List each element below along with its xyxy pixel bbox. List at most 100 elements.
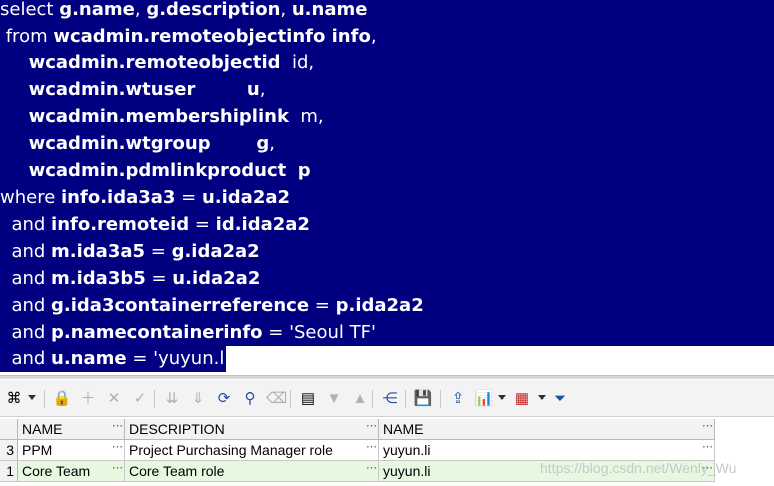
sql-line: and m.ida3b5 = u.ida2a2 [0,265,260,292]
sql-token: 'yuyun.li'; [153,348,241,369]
sql-token: g.ida2a2 [171,241,260,262]
column-header-name[interactable]: NAME ⋯ [18,419,125,440]
sql-token: g.ida3containerreference [51,295,310,316]
delete-record-icon[interactable]: ✕ [104,390,124,408]
sql-token: g.name [59,0,135,20]
dropdown-caret-icon[interactable] [498,395,506,400]
sql-token: = [175,187,202,208]
sql-line: select g.name, g.description, u.name [0,0,367,23]
save-icon[interactable]: 💾 [413,390,433,408]
ellipsis-icon[interactable]: ⋯ [366,440,377,454]
sql-token: m, [288,106,324,127]
sql-token: g [256,133,270,154]
column-header-user-name[interactable]: NAME ⋯ [379,419,715,440]
column-header-description[interactable]: DESCRIPTION ⋯ [125,419,379,440]
column-header-label: NAME [383,421,424,437]
cell-name[interactable]: Core Team ⋯ [18,461,125,482]
filter-icon[interactable]: ⏷ [550,390,570,408]
grid-options-icon[interactable]: ⌘ [4,390,24,408]
toolbar-separator [405,390,406,408]
sql-token: , [134,0,147,20]
cell-text: Project Purchasing Manager role [129,442,333,458]
find-icon[interactable]: ⚲ [240,390,260,408]
dropdown-caret-icon[interactable] [28,395,36,400]
dropdown-caret-icon[interactable] [538,395,546,400]
toolbar-separator [44,390,45,408]
sql-line: and m.ida3a5 = g.ida2a2 [0,238,260,265]
sql-line: and p.namecontainerinfo = 'Seoul TF' [0,319,376,346]
grid-toolbar: ⌘ 🔒 ＋ ✕ ✓ ⇊ ⇓ ⟳ ⚲ ⌫ ▤ ▼ ▲ ⋲ 💾 ⇪ 📊 ▦ ⏷ [0,380,774,417]
sql-line: and info.remoteid = id.ida2a2 [0,211,310,238]
row-number[interactable]: 1 [0,461,18,482]
toolbar-separator [372,390,373,408]
sql-token: u.ida2a2 [172,268,261,289]
row-number[interactable]: 3 [0,440,18,461]
grid-corner[interactable] [0,419,18,440]
sql-token: , [259,79,266,100]
sql-token: info.remoteid [51,214,190,235]
sql-line: wcadmin.remoteobjectid id, [0,49,314,76]
sql-editor[interactable]: select g.name, g.description, u.name fro… [0,0,774,372]
sql-token: m.ida3b5 [51,268,146,289]
sql-token: wcadmin.wtuser [28,79,196,100]
next-record-icon[interactable]: ▼ [324,390,344,408]
previous-record-icon[interactable]: ▲ [350,390,370,408]
sql-token: wcadmin.remoteobjectid [28,52,281,73]
splitter[interactable] [0,375,774,379]
ellipsis-icon[interactable]: ⋯ [112,419,123,433]
cell-text: yuyun.li [383,442,431,458]
sql-token: and [0,241,52,262]
cell-description[interactable]: Project Purchasing Manager role ⋯ [125,440,379,461]
cell-text: Core Team [22,463,91,479]
sql-token: and [0,322,52,343]
post-changes-icon[interactable]: ✓ [130,390,150,408]
sql-line: wcadmin.membershiplink m, [0,103,324,130]
sql-token: , [280,0,292,20]
ellipsis-icon[interactable]: ⋯ [366,461,377,475]
sql-token: id, [280,52,315,73]
cell-text: Core Team role [129,463,225,479]
ellipsis-icon[interactable]: ⋯ [366,419,377,433]
sql-token: u [246,79,260,100]
sql-token: wcadmin.wtgroup [28,133,211,154]
query-by-example-icon[interactable]: ⋲ [380,390,400,408]
sql-token: wcadmin.remoteobjectinfo info [53,26,371,47]
sql-line: where info.ida3a3 = u.ida2a2 [0,184,290,211]
cell-user-name[interactable]: yuyun.li ⋯ [379,440,715,461]
sql-token: , [370,26,377,47]
sql-token: p.ida2a2 [335,295,424,316]
chart-icon[interactable]: 📊 [474,390,494,408]
table-icon[interactable]: ▦ [512,390,532,408]
lock-icon[interactable]: 🔒 [52,390,72,408]
ellipsis-icon[interactable]: ⋯ [702,419,713,433]
insert-record-icon[interactable]: ＋ [78,390,98,408]
sql-token: and [0,214,52,235]
clear-icon[interactable]: ⌫ [266,390,287,408]
sql-token: p.namecontainerinfo [51,322,263,343]
cell-text: PPM [22,442,53,458]
fetch-next-page-icon[interactable]: ⇊ [162,390,182,408]
sql-token: and [0,268,52,289]
fetch-last-page-icon[interactable]: ⇓ [188,390,208,408]
toolbar-separator [154,390,155,408]
cell-description[interactable]: Core Team role ⋯ [125,461,379,482]
toolbar-separator [440,390,441,408]
sql-token: = [262,322,290,343]
sql-token: and [0,348,52,369]
sql-token: = [145,241,172,262]
export-icon[interactable]: ⇪ [448,390,468,408]
refresh-icon[interactable]: ⟳ [214,390,234,408]
ellipsis-icon[interactable]: ⋯ [112,440,123,454]
ellipsis-icon[interactable]: ⋯ [112,461,123,475]
single-record-view-icon[interactable]: ▤ [298,390,318,408]
sql-token: , [269,133,275,154]
ellipsis-icon[interactable]: ⋯ [702,440,713,454]
cell-name[interactable]: PPM ⋯ [18,440,125,461]
